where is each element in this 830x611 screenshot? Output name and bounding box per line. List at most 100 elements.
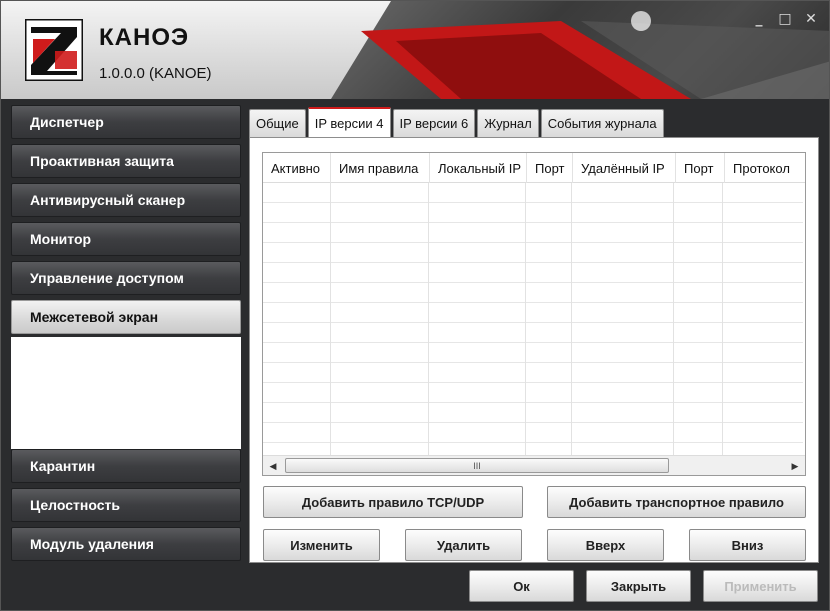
- header-banner: КАНОЭ 1.0.0.0 (KANOE) _ □ ✕: [1, 1, 829, 99]
- table-cell: [429, 403, 527, 423]
- table-cell: [526, 303, 572, 323]
- sidebar-item-monitor[interactable]: Монитор: [11, 222, 241, 256]
- tab-general[interactable]: Общие: [249, 109, 306, 137]
- edit-button[interactable]: Изменить: [263, 529, 380, 561]
- table-row[interactable]: [263, 363, 803, 383]
- column-local-ip[interactable]: Локальный IP: [430, 153, 527, 183]
- app-title: КАНОЭ: [99, 24, 190, 51]
- add-tcp-udp-rule-button[interactable]: Добавить правило TCP/UDP: [263, 486, 523, 518]
- table-cell: [331, 363, 430, 383]
- table-row[interactable]: [263, 203, 803, 223]
- table-cell: [263, 303, 331, 323]
- table-cell: [572, 323, 675, 343]
- table-row[interactable]: [263, 343, 803, 363]
- table-cell: [429, 323, 527, 343]
- table-cell: [429, 383, 527, 403]
- table-cell: [674, 263, 724, 283]
- horizontal-scrollbar[interactable]: ◀ III ▶: [263, 455, 805, 475]
- kanoe-logo: [25, 19, 83, 81]
- table-cell: [674, 303, 724, 323]
- table-cell: [674, 343, 724, 363]
- table-cell: [429, 283, 527, 303]
- table-cell: [263, 363, 331, 383]
- table-cell: [572, 343, 675, 363]
- sidebar-item-firewall[interactable]: Межсетевой экран: [11, 300, 241, 334]
- table-cell: [263, 283, 331, 303]
- table-cell: [723, 423, 803, 443]
- table-cell: [526, 323, 572, 343]
- tab-log-events[interactable]: События журнала: [540, 109, 664, 137]
- table-cell: [429, 423, 527, 443]
- table-cell: [723, 223, 803, 243]
- table-cell: [723, 343, 803, 363]
- sidebar-item-access-control[interactable]: Управление доступом: [11, 261, 241, 295]
- tab-ipv6[interactable]: IP версии 6: [392, 109, 476, 137]
- tab-log[interactable]: Журнал: [477, 109, 539, 137]
- sidebar-item-antivirus[interactable]: Антивирусный сканер: [11, 183, 241, 217]
- sidebar-item-proactive[interactable]: Проактивная защита: [11, 144, 241, 178]
- move-down-button[interactable]: Вниз: [689, 529, 806, 561]
- table-row[interactable]: [263, 223, 803, 243]
- table-row[interactable]: [263, 403, 803, 423]
- table-cell: [526, 243, 572, 263]
- add-transport-rule-button[interactable]: Добавить транспортное правило: [547, 486, 806, 518]
- close-button[interactable]: ✕: [799, 9, 823, 29]
- column-local-port[interactable]: Порт: [527, 153, 573, 183]
- close-dialog-button[interactable]: Закрыть: [586, 570, 691, 602]
- table-row[interactable]: [263, 243, 803, 263]
- apply-button[interactable]: Применить: [703, 570, 818, 602]
- table-cell: [526, 283, 572, 303]
- scroll-right-icon[interactable]: ▶: [785, 456, 805, 475]
- column-remote-port[interactable]: Порт: [676, 153, 725, 183]
- table-row[interactable]: [263, 283, 803, 303]
- table-cell: [331, 383, 430, 403]
- app-version: 1.0.0.0 (KANOE): [99, 65, 212, 82]
- table-cell: [674, 183, 724, 203]
- table-cell: [723, 243, 803, 263]
- sidebar-item-dispatcher[interactable]: Диспетчер: [11, 105, 241, 139]
- tab-ipv4[interactable]: IP версии 4: [307, 107, 391, 137]
- tab-content: Активно Имя правила Локальный IP Порт Уд…: [249, 137, 819, 563]
- table-cell: [723, 383, 803, 403]
- scroll-left-icon[interactable]: ◀: [263, 456, 283, 475]
- table-cell: [429, 183, 527, 203]
- table-cell: [429, 363, 527, 383]
- table-body: [263, 183, 803, 463]
- table-cell: [526, 383, 572, 403]
- table-row[interactable]: [263, 183, 803, 203]
- table-row[interactable]: [263, 383, 803, 403]
- column-rule-name[interactable]: Имя правила: [331, 153, 430, 183]
- maximize-button[interactable]: □: [773, 9, 797, 29]
- rules-table[interactable]: Активно Имя правила Локальный IP Порт Уд…: [262, 152, 806, 476]
- column-active[interactable]: Активно: [263, 153, 331, 183]
- table-row[interactable]: [263, 423, 803, 443]
- minimize-button[interactable]: _: [747, 9, 771, 29]
- table-cell: [331, 423, 430, 443]
- ok-button[interactable]: Ок: [469, 570, 574, 602]
- move-up-button[interactable]: Вверх: [547, 529, 664, 561]
- table-cell: [429, 223, 527, 243]
- table-row[interactable]: [263, 323, 803, 343]
- table-cell: [723, 183, 803, 203]
- sidebar-item-integrity[interactable]: Целостность: [11, 488, 241, 522]
- scroll-thumb[interactable]: III: [285, 458, 669, 473]
- table-row[interactable]: [263, 263, 803, 283]
- table-cell: [526, 203, 572, 223]
- app-window: КАНОЭ 1.0.0.0 (KANOE) _ □ ✕ Диспетчер Пр…: [0, 0, 830, 611]
- table-cell: [526, 363, 572, 383]
- column-remote-ip[interactable]: Удалённый IP: [573, 153, 676, 183]
- table-cell: [572, 263, 675, 283]
- window-controls: _ □ ✕: [747, 9, 823, 29]
- table-cell: [572, 243, 675, 263]
- table-cell: [572, 203, 675, 223]
- table-cell: [263, 243, 331, 263]
- sidebar-item-removal[interactable]: Модуль удаления: [11, 527, 241, 561]
- table-cell: [263, 183, 331, 203]
- table-row[interactable]: [263, 303, 803, 323]
- column-protocol[interactable]: Протокол: [725, 153, 805, 183]
- delete-button[interactable]: Удалить: [405, 529, 522, 561]
- table-cell: [572, 223, 675, 243]
- table-cell: [674, 383, 724, 403]
- sidebar-item-quarantine[interactable]: Карантин: [11, 449, 241, 483]
- table-cell: [526, 183, 572, 203]
